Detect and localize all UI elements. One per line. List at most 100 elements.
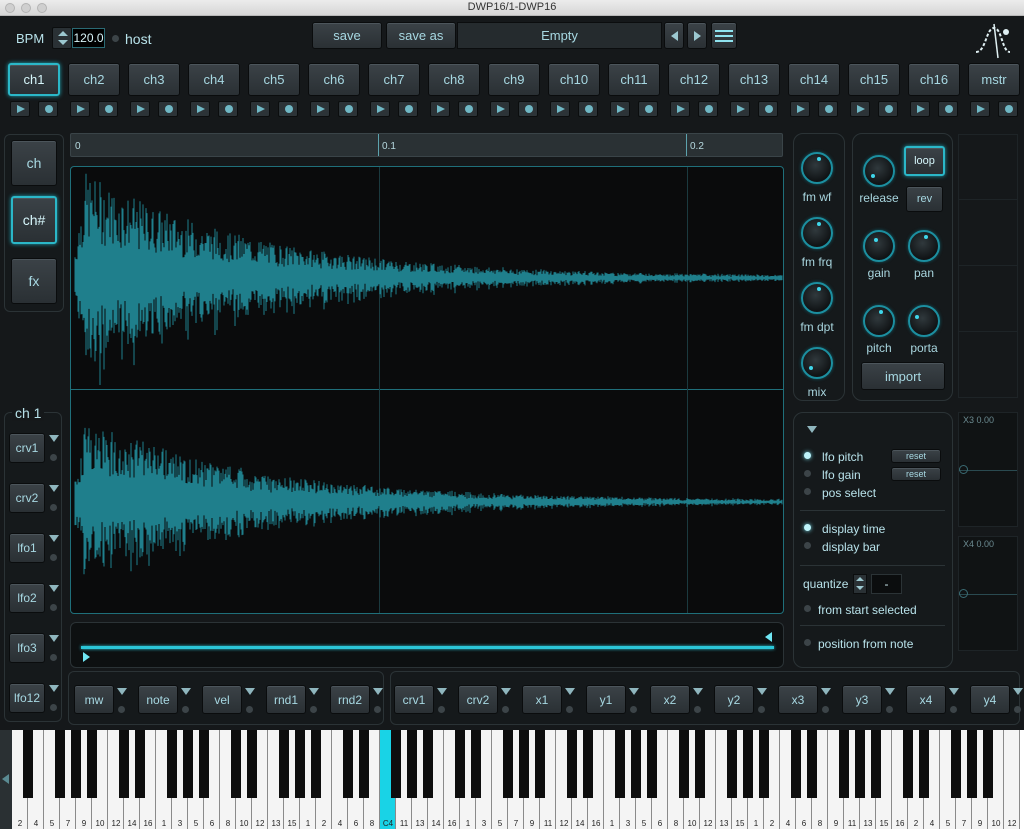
dropdown-icon[interactable] [501, 688, 511, 695]
piano-black-key[interactable] [423, 730, 433, 798]
play-button[interactable] [670, 101, 690, 117]
record-button[interactable] [698, 101, 718, 117]
tab-ch10[interactable]: ch10 [548, 63, 600, 96]
tab-ch9[interactable]: ch9 [488, 63, 540, 96]
source-rnd1-button[interactable]: rnd1 [266, 685, 306, 714]
piano-black-key[interactable] [583, 730, 593, 798]
piano-black-key[interactable] [647, 730, 657, 798]
play-button[interactable] [910, 101, 930, 117]
play-button[interactable] [10, 101, 30, 117]
pitch-knob[interactable] [863, 305, 895, 337]
tab-ch4[interactable]: ch4 [188, 63, 240, 96]
piano-black-key[interactable] [839, 730, 849, 798]
piano-black-key[interactable] [615, 730, 625, 798]
tab-ch11[interactable]: ch11 [608, 63, 660, 96]
tab-ch16[interactable]: ch16 [908, 63, 960, 96]
dropdown-icon[interactable] [245, 688, 255, 695]
save-as-button[interactable]: save as [386, 22, 456, 49]
play-button[interactable] [250, 101, 270, 117]
piano-black-key[interactable] [87, 730, 97, 798]
source-x4-button[interactable]: x4 [906, 685, 946, 714]
source-x2-button[interactable]: x2 [650, 685, 690, 714]
keyboard-scroll-left[interactable] [0, 730, 12, 829]
record-button[interactable] [98, 101, 118, 117]
play-button[interactable] [790, 101, 810, 117]
display-time-radio[interactable] [804, 524, 811, 531]
play-button[interactable] [610, 101, 630, 117]
piano-black-key[interactable] [695, 730, 705, 798]
play-button[interactable] [430, 101, 450, 117]
mix-knob[interactable] [801, 347, 833, 379]
dropdown-icon[interactable] [49, 535, 59, 542]
tab-ch2[interactable]: ch2 [68, 63, 120, 96]
position-from-note-checkbox[interactable] [804, 639, 811, 646]
source-rnd2-button[interactable]: rnd2 [330, 685, 370, 714]
piano-black-key[interactable] [231, 730, 241, 798]
tab-ch13[interactable]: ch13 [728, 63, 780, 96]
piano-black-key[interactable] [535, 730, 545, 798]
record-button[interactable] [338, 101, 358, 117]
dropdown-icon[interactable] [437, 688, 447, 695]
porta-knob[interactable] [908, 305, 940, 337]
tab-ch12[interactable]: ch12 [668, 63, 720, 96]
source-y4-button[interactable]: y4 [970, 685, 1010, 714]
play-button[interactable] [130, 101, 150, 117]
mod-lfo3-button[interactable]: lfo3 [9, 633, 45, 663]
piano-black-key[interactable] [791, 730, 801, 798]
record-button[interactable] [638, 101, 658, 117]
record-button[interactable] [878, 101, 898, 117]
piano-black-key[interactable] [951, 730, 961, 798]
piano-black-key[interactable] [135, 730, 145, 798]
pos-select-radio[interactable] [804, 488, 811, 495]
piano-black-key[interactable] [391, 730, 401, 798]
piano-black-key[interactable] [967, 730, 977, 798]
piano-black-key[interactable] [679, 730, 689, 798]
play-button[interactable] [490, 101, 510, 117]
piano-black-key[interactable] [455, 730, 465, 798]
piano-black-key[interactable] [279, 730, 289, 798]
piano-black-key[interactable] [183, 730, 193, 798]
xy-pad-x4-handle[interactable] [959, 589, 968, 598]
tab-ch8[interactable]: ch8 [428, 63, 480, 96]
source-x3-button[interactable]: x3 [778, 685, 818, 714]
dropdown-icon[interactable] [949, 688, 959, 695]
loop-region-bar[interactable] [70, 622, 784, 668]
piano-black-key[interactable] [631, 730, 641, 798]
source-crv2-button[interactable]: crv2 [458, 685, 498, 714]
mod-lfo1-button[interactable]: lfo1 [9, 533, 45, 563]
tab-ch1[interactable]: ch1 [8, 63, 60, 96]
fm-dpt-knob[interactable] [801, 282, 833, 314]
dropdown-icon[interactable] [309, 688, 319, 695]
preset-next-button[interactable] [687, 22, 707, 49]
bpm-stepper[interactable] [52, 27, 72, 49]
source-y1-button[interactable]: y1 [586, 685, 626, 714]
piano-black-key[interactable] [567, 730, 577, 798]
preset-name-field[interactable]: Empty [457, 22, 662, 49]
collapse-icon[interactable] [807, 426, 817, 433]
play-button[interactable] [190, 101, 210, 117]
preset-prev-button[interactable] [664, 22, 684, 49]
dropdown-icon[interactable] [629, 688, 639, 695]
piano-black-key[interactable] [503, 730, 513, 798]
xy-pad-x3-handle[interactable] [959, 465, 968, 474]
display-bar-radio[interactable] [804, 542, 811, 549]
piano-black-key[interactable] [983, 730, 993, 798]
import-button[interactable]: import [861, 362, 945, 390]
play-button[interactable] [730, 101, 750, 117]
record-button[interactable] [998, 101, 1018, 117]
fm-wf-knob[interactable] [801, 152, 833, 184]
dropdown-icon[interactable] [821, 688, 831, 695]
source-x1-button[interactable]: x1 [522, 685, 562, 714]
dropdown-icon[interactable] [1013, 688, 1023, 695]
quantize-input[interactable]: - [871, 574, 902, 594]
piano-black-key[interactable] [919, 730, 929, 798]
tab-ch14[interactable]: ch14 [788, 63, 840, 96]
gain-knob[interactable] [863, 230, 895, 262]
piano-black-key[interactable] [471, 730, 481, 798]
tab-ch6[interactable]: ch6 [308, 63, 360, 96]
lfo-pitch-radio[interactable] [804, 452, 811, 459]
source-y3-button[interactable]: y3 [842, 685, 882, 714]
tab-mstr[interactable]: mstr [968, 63, 1020, 96]
piano-black-key[interactable] [199, 730, 209, 798]
menu-button[interactable] [711, 22, 737, 49]
